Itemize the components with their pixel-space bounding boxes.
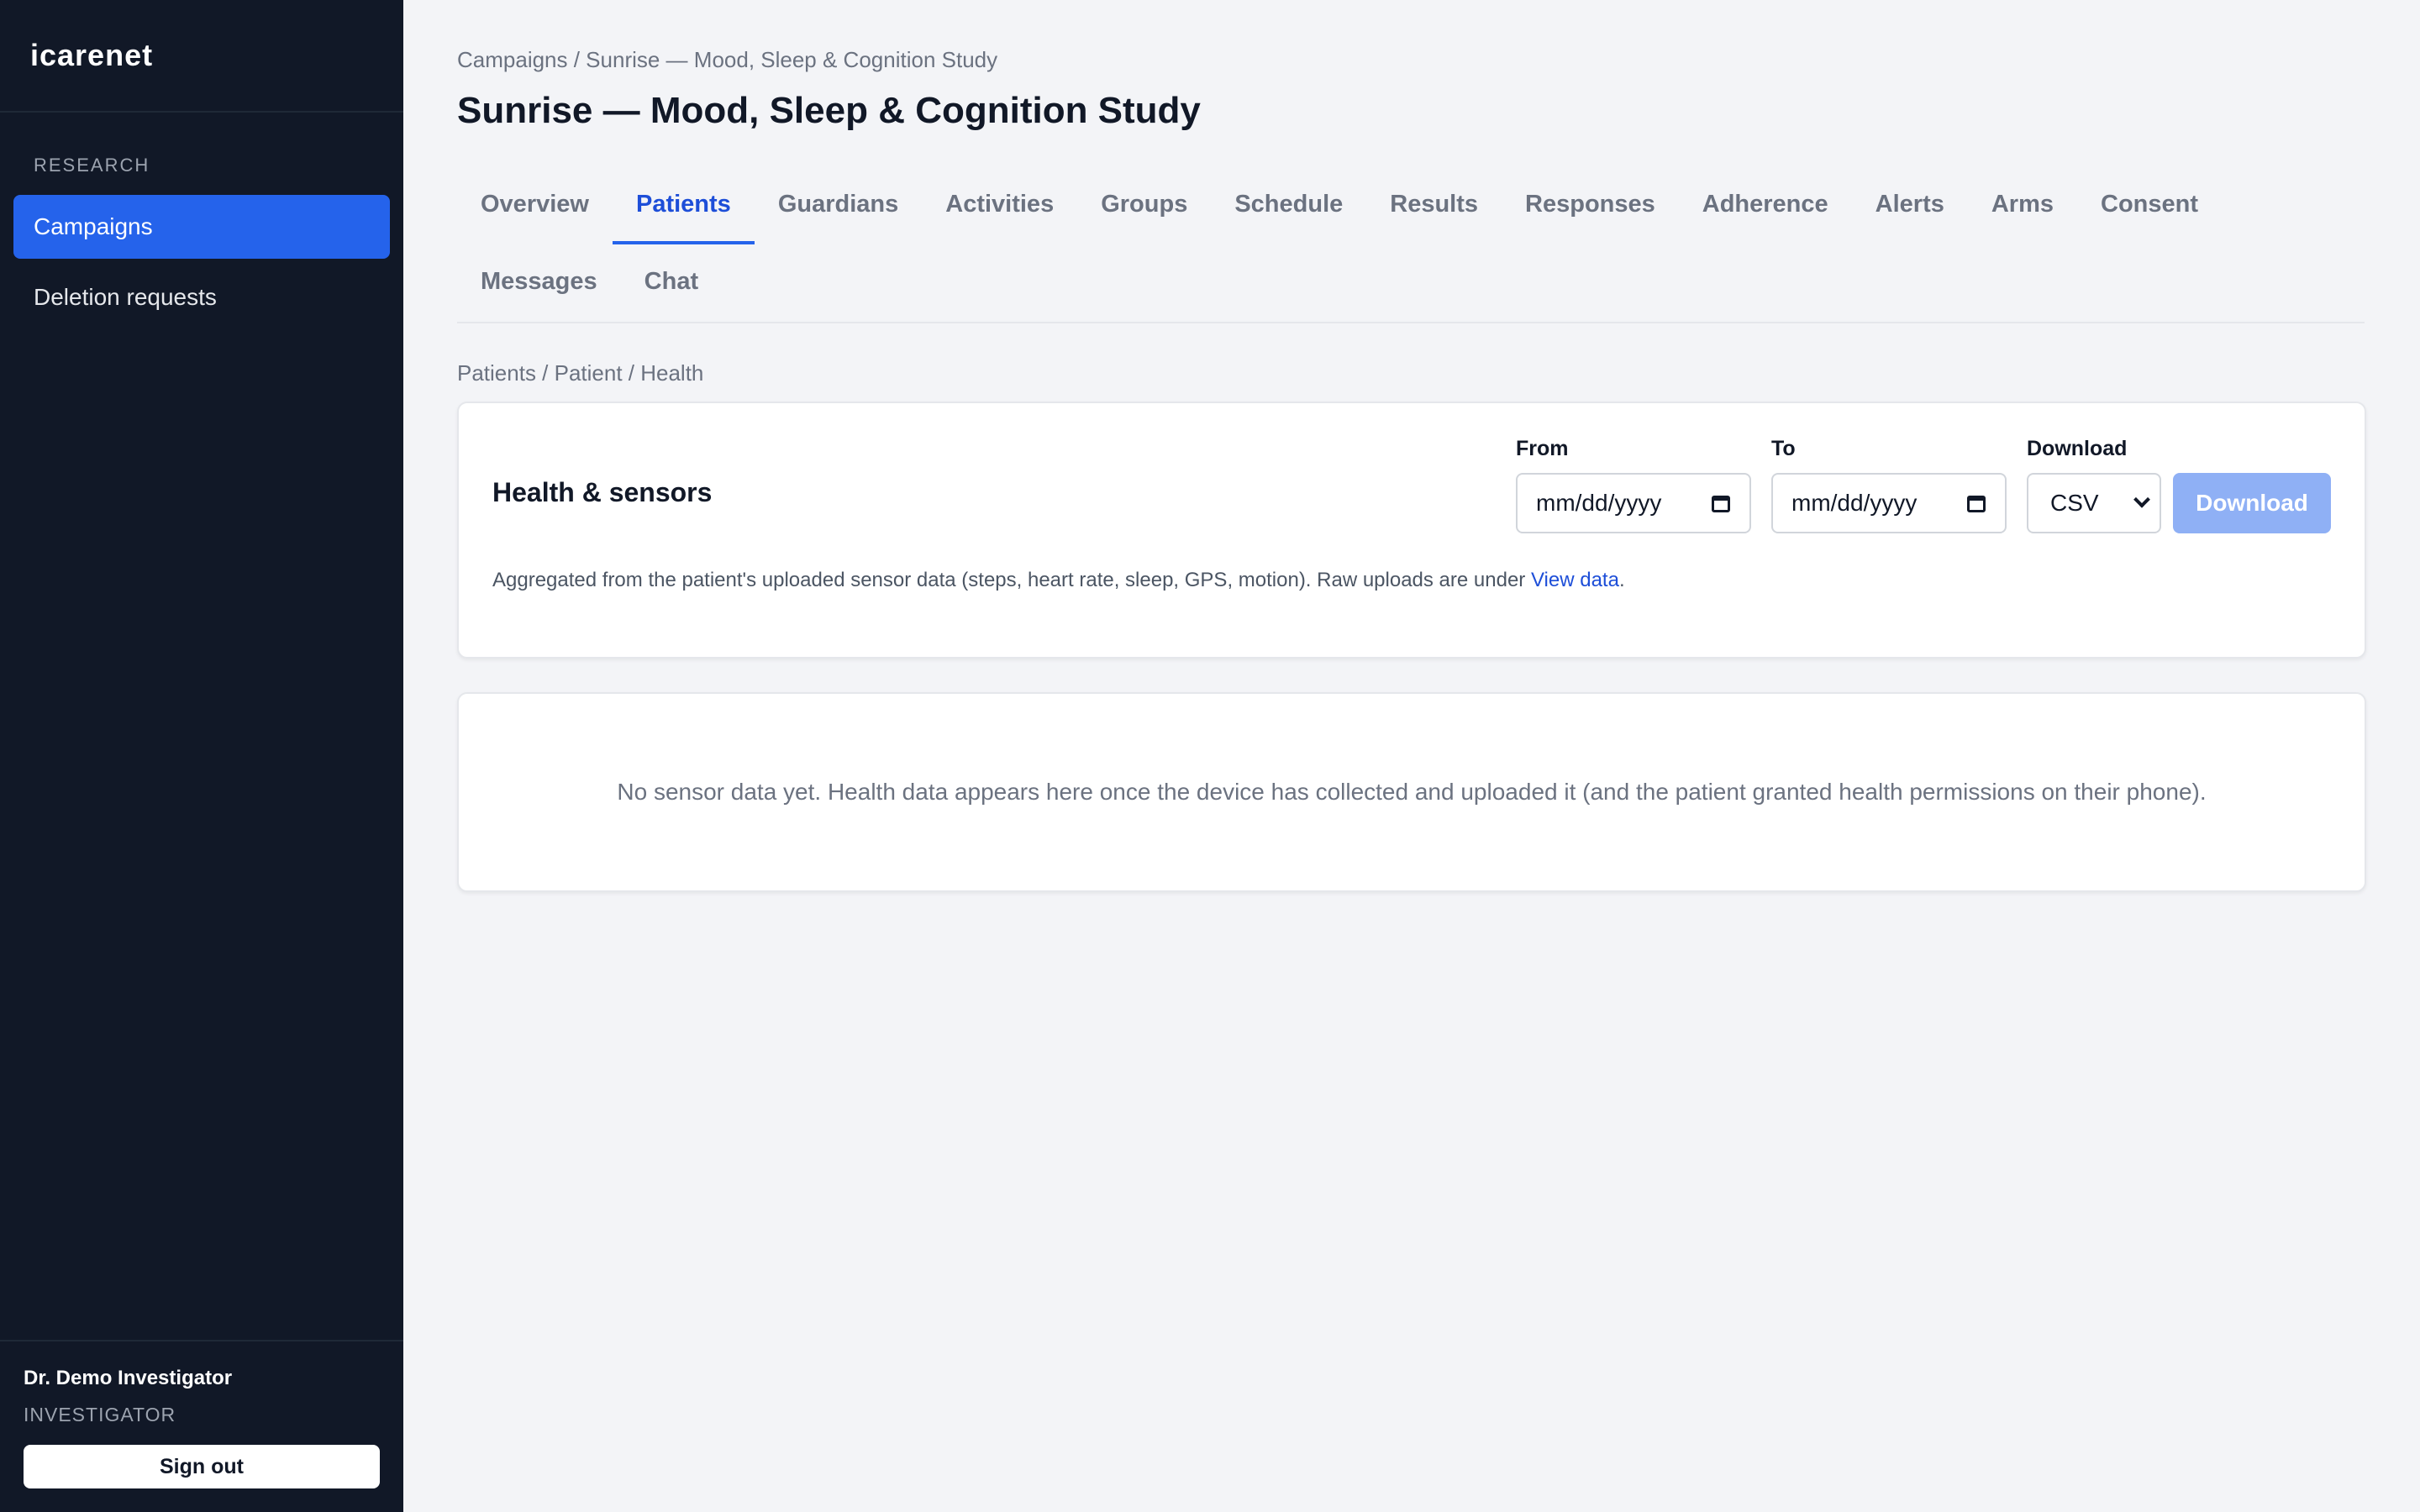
download-label: Download	[2027, 437, 2128, 460]
download-button[interactable]: Download	[2173, 473, 2331, 533]
user-panel: Dr. Demo Investigator INVESTIGATOR Sign …	[0, 1340, 403, 1512]
calendar-icon[interactable]	[1966, 493, 1986, 513]
to-date-placeholder: mm/dd/yyyy	[1791, 490, 1918, 516]
sidebar-item-deletion-requests[interactable]: Deletion requests	[13, 265, 390, 329]
description-suffix: .	[1618, 569, 1625, 591]
tab-messages[interactable]: Messages	[457, 244, 621, 322]
health-sensors-card: Health & sensors From mm/dd/yyyy To mm/d…	[457, 402, 2366, 659]
tab-responses[interactable]: Responses	[1502, 167, 1679, 244]
app-logo: icarenet	[0, 0, 403, 113]
to-label: To	[1771, 437, 1796, 460]
tab-groups[interactable]: Groups	[1077, 167, 1211, 244]
tab-activities[interactable]: Activities	[922, 167, 1077, 244]
tab-overview[interactable]: Overview	[457, 167, 613, 244]
tab-results[interactable]: Results	[1366, 167, 1502, 244]
from-date-placeholder: mm/dd/yyyy	[1536, 490, 1662, 516]
tab-bar: Overview Patients Guardians Activities G…	[457, 167, 2365, 323]
tab-adherence[interactable]: Adherence	[1679, 167, 1852, 244]
sensor-data-card: No sensor data yet. Health data appears …	[457, 692, 2366, 892]
sidebar-item-campaigns[interactable]: Campaigns	[13, 195, 390, 259]
sidebar: icarenet RESEARCH Campaigns Deletion req…	[0, 0, 403, 1512]
breadcrumb: Campaigns / Sunrise — Mood, Sleep & Cogn…	[457, 47, 998, 72]
user-role: INVESTIGATOR	[24, 1404, 176, 1425]
view-data-link[interactable]: View data	[1531, 569, 1619, 591]
export-controls: From mm/dd/yyyy To mm/dd/yyyy Download C…	[1516, 437, 2331, 533]
card-title: Health & sensors	[492, 477, 713, 507]
page-title: Sunrise — Mood, Sleep & Cognition Study	[457, 90, 1201, 131]
user-name: Dr. Demo Investigator	[24, 1367, 233, 1389]
chevron-down-icon	[2133, 491, 2150, 508]
tab-alerts[interactable]: Alerts	[1852, 167, 1968, 244]
tab-guardians[interactable]: Guardians	[755, 167, 922, 244]
description-text: Aggregated from the patient's uploaded s…	[492, 569, 1531, 591]
card-header: Health & sensors From mm/dd/yyyy To mm/d…	[492, 437, 2331, 533]
app-root: icarenet RESEARCH Campaigns Deletion req…	[0, 0, 2420, 1512]
card-description: Aggregated from the patient's uploaded s…	[492, 569, 2331, 592]
format-select[interactable]: CSV	[2027, 473, 2161, 533]
tab-patients[interactable]: Patients	[612, 167, 755, 244]
to-date-input[interactable]: mm/dd/yyyy	[1771, 473, 2007, 533]
calendar-icon[interactable]	[1711, 493, 1731, 513]
sign-out-button[interactable]: Sign out	[24, 1445, 380, 1488]
sub-breadcrumb: Patients / Patient / Health	[457, 360, 704, 386]
tab-consent[interactable]: Consent	[2077, 167, 2222, 244]
nav-section-label: RESEARCH	[34, 155, 150, 176]
from-control: From mm/dd/yyyy	[1516, 437, 1751, 533]
main-content: Campaigns / Sunrise — Mood, Sleep & Cogn…	[403, 0, 2420, 1512]
format-value: CSV	[2050, 490, 2099, 516]
tab-arms[interactable]: Arms	[1968, 167, 2077, 244]
from-date-input[interactable]: mm/dd/yyyy	[1516, 473, 1751, 533]
empty-state-message: No sensor data yet. Health data appears …	[617, 779, 2207, 805]
format-control: Download CSV	[2027, 437, 2161, 533]
tab-chat[interactable]: Chat	[621, 244, 722, 322]
from-label: From	[1516, 437, 1569, 460]
tab-schedule[interactable]: Schedule	[1211, 167, 1366, 244]
to-control: To mm/dd/yyyy	[1771, 437, 2007, 533]
